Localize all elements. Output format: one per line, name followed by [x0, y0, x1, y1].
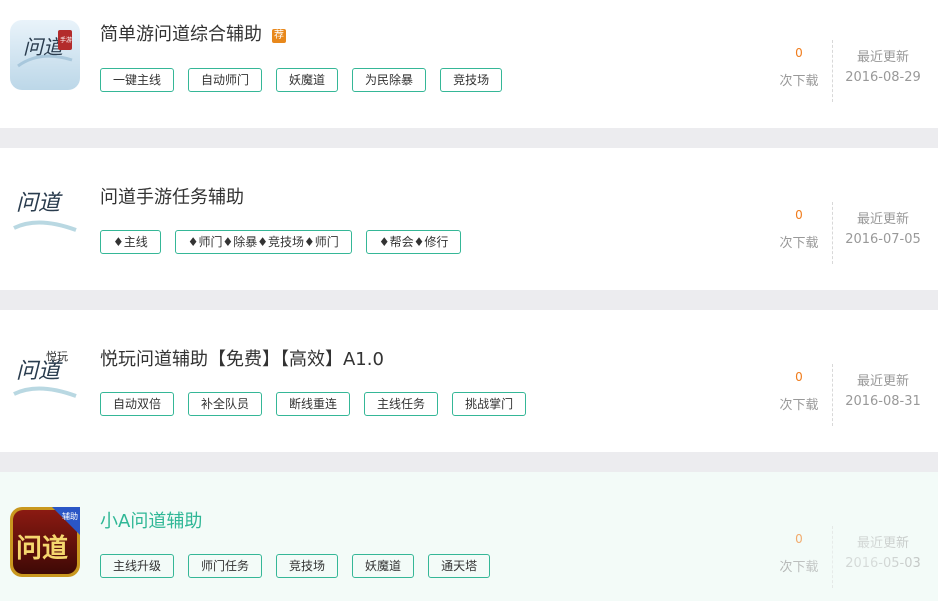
- update-label: 最近更新: [856, 374, 909, 389]
- app-icon[interactable]: 问道 辅助: [10, 507, 80, 577]
- item-title[interactable]: 悦玩问道辅助【免费】【高效】A1.0: [100, 348, 384, 372]
- tag[interactable]: 断线重连: [276, 392, 351, 416]
- app-icon[interactable]: 问道 手游: [10, 20, 80, 90]
- tag[interactable]: 妖魔道: [276, 68, 339, 92]
- update-date: 2016-08-31: [845, 394, 921, 409]
- item-title[interactable]: 简单游问道综合辅助荐: [100, 23, 286, 47]
- download-label: 次下载: [779, 236, 819, 251]
- update-date: 2016-05-03: [845, 556, 921, 571]
- divider: [832, 526, 833, 588]
- tag[interactable]: 主线升级: [100, 554, 175, 578]
- icon-glyph-2: 问道: [16, 191, 63, 216]
- update-label: 最近更新: [856, 50, 909, 65]
- item-title-text[interactable]: 简单游问道综合辅助: [100, 24, 262, 45]
- tag[interactable]: 补全队员: [188, 392, 263, 416]
- tag-list: 自动双倍 补全队员 断线重连 主线任务 挑战掌门: [100, 392, 527, 416]
- update-label: 最近更新: [856, 536, 909, 551]
- list-item[interactable]: 问道 问道手游任务辅助 ♦主线 ♦师门♦除暴♦竞技场♦师门 ♦帮会♦修行 0 次…: [0, 148, 938, 290]
- update-date: 2016-07-05: [845, 232, 921, 247]
- tag-list: ♦主线 ♦师门♦除暴♦竞技场♦师门 ♦帮会♦修行: [100, 230, 462, 254]
- tag[interactable]: 竞技场: [276, 554, 339, 578]
- tag[interactable]: ♦主线: [100, 230, 161, 254]
- tag[interactable]: ♦帮会♦修行: [365, 230, 462, 254]
- divider: [832, 364, 833, 426]
- update-date: 2016-08-29: [845, 70, 921, 85]
- tag[interactable]: 竞技场: [440, 68, 503, 92]
- icon-subtext: 悦玩: [46, 349, 68, 363]
- tag[interactable]: 主线任务: [364, 392, 439, 416]
- update-label: 最近更新: [856, 212, 909, 227]
- download-label: 次下载: [779, 560, 819, 575]
- list-item[interactable]: 问道 手游 简单游问道综合辅助荐 一键主线 自动师门 妖魔道 为民除暴 竞技场 …: [0, 0, 938, 128]
- helper-list: 问道 手游 简单游问道综合辅助荐 一键主线 自动师门 妖魔道 为民除暴 竞技场 …: [0, 0, 938, 601]
- download-count: 0: [795, 46, 803, 60]
- tag[interactable]: 为民除暴: [352, 68, 427, 92]
- tag[interactable]: 妖魔道: [352, 554, 415, 578]
- download-count: 0: [795, 532, 803, 546]
- download-label: 次下载: [779, 74, 819, 89]
- list-item[interactable]: 问道 辅助 小A问道辅助 主线升级 师门任务 竞技场 妖魔道 通天塔 0 次下载…: [0, 472, 938, 601]
- app-icon[interactable]: 问道 悦玩: [10, 342, 80, 412]
- download-count: 0: [795, 208, 803, 222]
- tag-list: 一键主线 自动师门 妖魔道 为民除暴 竞技场: [100, 68, 503, 92]
- recommend-badge: 荐: [272, 29, 286, 43]
- tag[interactable]: 挑战掌门: [452, 392, 527, 416]
- icon-subtext: 手游: [60, 36, 72, 44]
- divider: [832, 202, 833, 264]
- tag[interactable]: 自动师门: [188, 68, 263, 92]
- app-icon[interactable]: 问道: [10, 178, 80, 248]
- item-title[interactable]: 小A问道辅助: [100, 510, 202, 534]
- download-count: 0: [795, 370, 803, 384]
- icon-subtext: 辅助: [62, 511, 78, 521]
- tag[interactable]: 自动双倍: [100, 392, 175, 416]
- tag-list: 主线升级 师门任务 竞技场 妖魔道 通天塔: [100, 554, 491, 578]
- tag[interactable]: 师门任务: [188, 554, 263, 578]
- download-label: 次下载: [779, 398, 819, 413]
- tag[interactable]: ♦师门♦除暴♦竞技场♦师门: [174, 230, 352, 254]
- list-item[interactable]: 问道 悦玩 悦玩问道辅助【免费】【高效】A1.0 自动双倍 补全队员 断线重连 …: [0, 310, 938, 452]
- item-title[interactable]: 问道手游任务辅助: [100, 186, 244, 210]
- divider: [832, 40, 833, 102]
- tag[interactable]: 一键主线: [100, 68, 175, 92]
- tag[interactable]: 通天塔: [428, 554, 491, 578]
- icon-glyph-4: 问道: [16, 533, 68, 564]
